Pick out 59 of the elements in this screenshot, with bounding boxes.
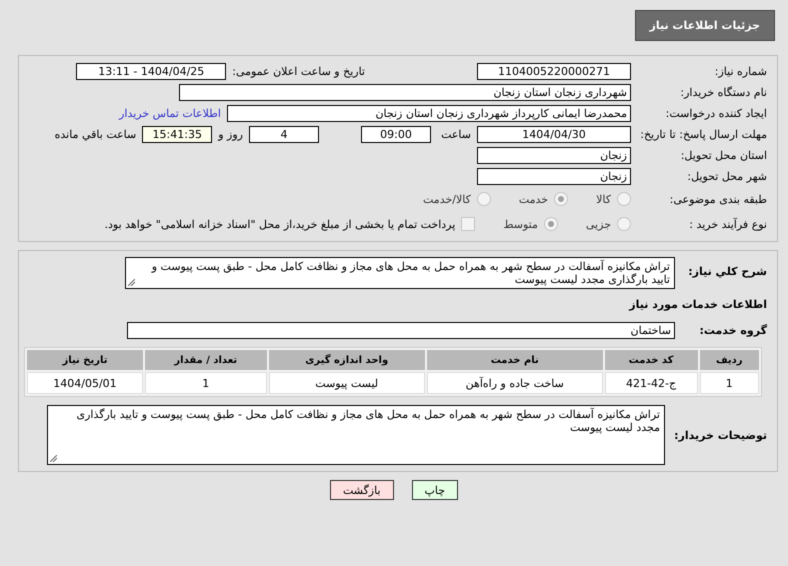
announce-date-field: 1404/04/25 - 13:11 (76, 62, 226, 80)
requester-field: محمدرضا ایمانی کارپرداز شهرداری زنجان استان زنجان (227, 104, 631, 122)
city-field: زنجان (477, 168, 631, 184)
checkbox-label: پرداخت تمام یا بخشی از مبلغ خرید،از محل "اسناد خزانه اسلامی" خواهد بود. (104, 218, 456, 230)
radio-label: خدمت (518, 192, 548, 206)
field-label: مهلت ارسال پاسخ: تا تاریخ: (639, 128, 767, 140)
radio-label: متوسط (503, 218, 538, 230)
field-label: روز و (218, 128, 243, 140)
service-group-field: ساختمان (127, 322, 675, 338)
radio-button[interactable] (476, 192, 491, 206)
radio-button[interactable] (617, 217, 631, 231)
description-field: تراش مکانیزه آسفالت در سطح شهر به همراه حمل به محل های مجاز و نظافت کامل محل - طبق پست پیوست و تایید بارگذاری مجدد لیست پیوست (125, 257, 675, 289)
print-button[interactable]: چاپ (412, 480, 458, 500)
field-label: نام دستگاه خریدار: (679, 86, 767, 98)
page-title: جزئیات اطلاعات نیاز (634, 10, 775, 41)
radio-label: کالا (596, 192, 611, 206)
field-label: تاریخ و ساعت اعلان عمومی: (232, 64, 365, 78)
buyer-notes-field: تراش مکانیزه آسفالت در سطح شهر به همراه حمل به محل های مجاز و نظافت کامل محل - طبق پست پیوست و تایید بارگذاری مجدد لیست پیوست (47, 405, 665, 465)
column-header: تعداد / مقدار (144, 350, 267, 370)
table-cell: ج-42-421 (604, 372, 698, 394)
checkbox[interactable] (461, 217, 476, 231)
resize-grip-icon[interactable] (128, 279, 135, 286)
remaining-time-field: 15:41:35 (142, 126, 212, 142)
resize-grip-icon[interactable] (50, 455, 57, 462)
column-header: ردیف (700, 350, 759, 370)
days-field: 4 (249, 126, 319, 142)
province-field: زنجان (477, 146, 631, 164)
radio-button[interactable] (617, 192, 631, 206)
table-cell: ساخت جاده و راه‌آهن (426, 372, 603, 394)
field-label: طبقه بندی موضوعی: (668, 192, 767, 206)
column-header: کد خدمت (604, 350, 698, 370)
field-label: نوع فرآیند خرید : (688, 218, 767, 230)
field-label: استان محل تحویل: (680, 148, 767, 162)
column-header: واحد اندازه گیری (268, 350, 425, 370)
radio-button[interactable] (544, 217, 558, 231)
back-button[interactable]: بازگشت (330, 480, 394, 500)
radio-label: جزیی (586, 218, 611, 230)
column-header: نام خدمت (426, 350, 603, 370)
column-header: تاریخ نیاز (27, 350, 143, 370)
field-label: ساعت (440, 128, 471, 140)
need-number-field: 1104005220000271 (477, 62, 631, 80)
table-cell: 1 (144, 372, 267, 394)
field-label: شهر محل تحویل: (686, 170, 767, 182)
field-label: شرح کلي نیاز: (687, 265, 767, 278)
radio-button[interactable] (554, 192, 568, 206)
table-cell: 1 (700, 372, 759, 394)
table-cell: لیست پیوست (268, 372, 425, 394)
contact-link[interactable]: اطلاعات تماس خریدار (119, 106, 221, 120)
buyer-org-field: شهرداری زنجان استان زنجان (179, 84, 631, 100)
field-label: گروه خدمت: (698, 324, 767, 336)
section-title: اطلاعات خدمات مورد نیاز (629, 298, 767, 310)
field-label: ایجاد کننده درخواست: (664, 106, 767, 120)
deadline-date-field: 1404/04/30 (477, 126, 631, 142)
deadline-time-field: 09:00 (361, 126, 431, 142)
field-label: توضیحات خریدار: (673, 428, 767, 442)
field-label: ساعت باقي مانده (54, 128, 136, 140)
radio-label: کالا/خدمت (423, 192, 471, 206)
field-label: شماره نیاز: (714, 64, 767, 78)
table-cell: 1404/05/01 (27, 372, 143, 394)
